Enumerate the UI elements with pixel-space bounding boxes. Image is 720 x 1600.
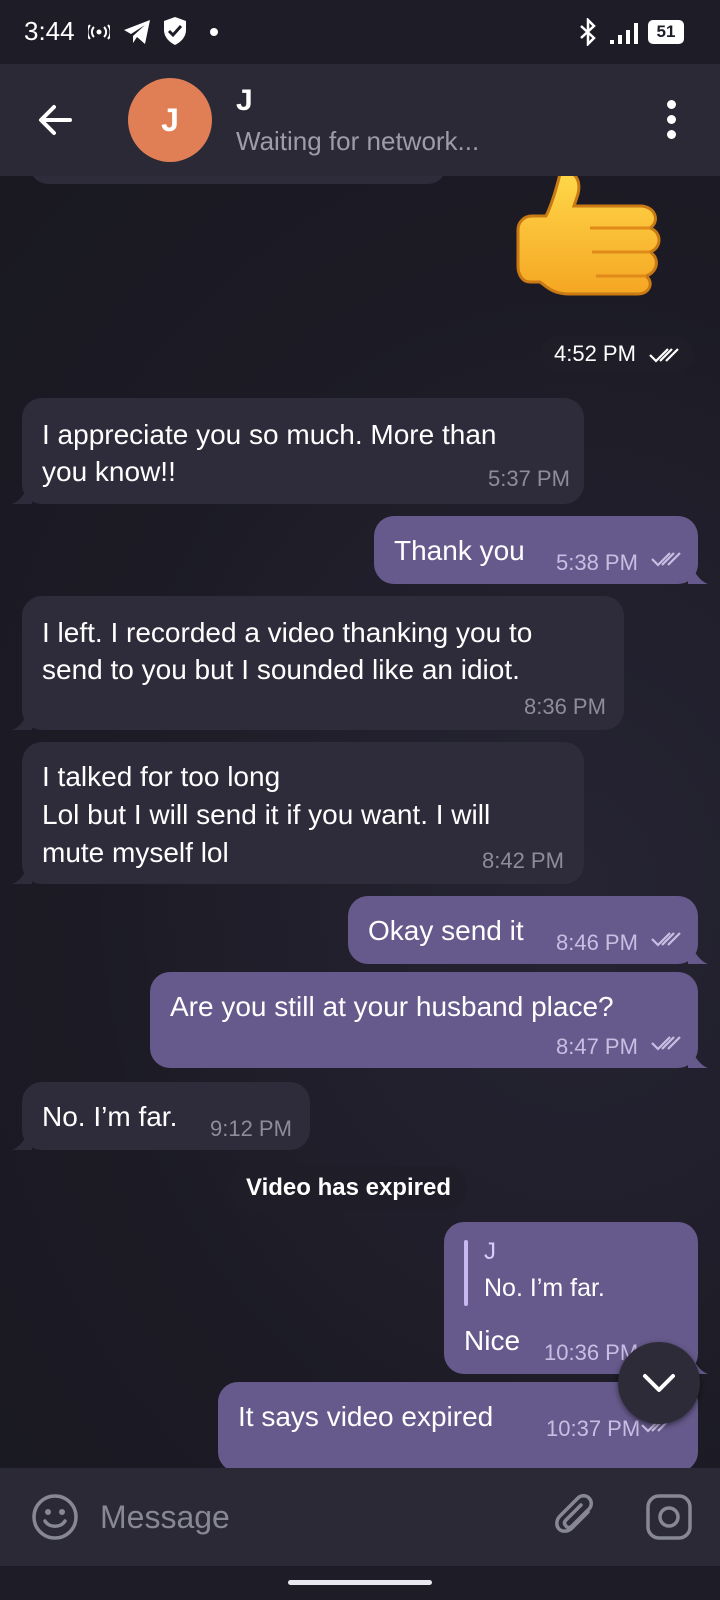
- message-time: 10:37 PM: [546, 1416, 641, 1441]
- hotspot-icon: [88, 24, 110, 40]
- contact-name[interactable]: J: [236, 84, 253, 118]
- double-check-icon: [651, 552, 681, 567]
- message-text-line: mute myself lol: [42, 837, 229, 868]
- emoji-icon[interactable]: [30, 1492, 80, 1542]
- sticker-time: 4:52 PM: [554, 341, 636, 366]
- message-text-line: Nice: [464, 1325, 521, 1356]
- paperclip-icon[interactable]: [552, 1492, 602, 1542]
- reply-quote-bar: [464, 1240, 468, 1306]
- bubble-tail: [688, 1048, 708, 1068]
- outgoing-message[interactable]: Thank you 5:38 PM: [374, 516, 708, 584]
- connection-status: Waiting for network...: [236, 126, 480, 156]
- bubble-tail: [688, 944, 708, 964]
- outgoing-message[interactable]: Are you still at your husband place? 8:4…: [150, 972, 708, 1068]
- partial-message-bubble: [30, 176, 446, 184]
- message-time: 9:12 PM: [210, 1116, 292, 1141]
- bubble-tail: [12, 1130, 32, 1150]
- bubble-tail: [12, 864, 32, 884]
- message-text-line: Are you still at your husband place?: [170, 991, 614, 1022]
- message-text-line: I appreciate you so much. More than: [42, 419, 497, 450]
- message-text-line: Lol but I will send it if you want. I wi…: [42, 799, 491, 830]
- service-message: Video has expired: [230, 1166, 467, 1210]
- message-list[interactable]: 4:52 PM I appreciate you so much. More t…: [0, 176, 720, 1468]
- battery-icon: 51: [648, 20, 684, 44]
- reply-sender-name: J: [484, 1238, 496, 1265]
- message-time: 8:36 PM: [524, 694, 606, 719]
- double-check-icon: [651, 1036, 681, 1051]
- message-time: 8:47 PM: [556, 1034, 638, 1059]
- incoming-message[interactable]: I left. I recorded a video thanking you …: [12, 596, 624, 730]
- message-text-line: I talked for too long: [42, 761, 281, 792]
- battery-level: 51: [656, 22, 676, 41]
- message-time: 8:42 PM: [482, 848, 564, 873]
- avatar[interactable]: J: [128, 78, 212, 162]
- bubble-tail: [688, 564, 708, 584]
- home-indicator[interactable]: [288, 1580, 432, 1585]
- message-composer: [0, 1468, 720, 1566]
- status-time: 3:44: [24, 16, 75, 46]
- signal-icon: [610, 23, 638, 44]
- double-check-icon: [651, 932, 681, 947]
- message-input[interactable]: [100, 1490, 520, 1544]
- chat-header: J J Waiting for network...: [0, 64, 720, 176]
- message-text-line: No. I’m far.: [42, 1101, 178, 1132]
- message-time: 5:37 PM: [488, 466, 570, 491]
- navigation-bar: [0, 1566, 720, 1600]
- more-options-icon[interactable]: [654, 94, 690, 146]
- bubble-tail: [12, 484, 32, 504]
- message-text-line: Okay send it: [368, 915, 524, 946]
- status-bar: 3:44 51: [0, 0, 720, 64]
- camera-icon[interactable]: [644, 1492, 694, 1542]
- bluetooth-icon: [580, 18, 596, 46]
- shield-icon: [164, 17, 186, 45]
- telegram-icon: [124, 20, 150, 44]
- message-text-line: send to you but I sounded like an idiot.: [42, 654, 520, 685]
- scroll-to-bottom-button[interactable]: [618, 1342, 700, 1424]
- bubble-tail: [12, 710, 32, 730]
- dot-icon: [210, 28, 218, 36]
- message-time: 8:46 PM: [556, 930, 638, 955]
- back-arrow-icon[interactable]: [30, 94, 82, 146]
- thumbs-up-sticker[interactable]: [500, 176, 680, 300]
- message-time: 5:38 PM: [556, 550, 638, 575]
- message-text-line: Thank you: [394, 535, 525, 566]
- incoming-message[interactable]: I talked for too long Lol but I will sen…: [12, 742, 584, 884]
- outgoing-message[interactable]: Okay send it 8:46 PM: [348, 896, 708, 964]
- message-text-line: It says video expired: [238, 1401, 494, 1432]
- chevron-down-icon: [643, 1374, 675, 1392]
- reply-quoted-text: No. I’m far.: [484, 1274, 605, 1302]
- double-check-icon: [649, 348, 679, 363]
- sticker-timestamp: 4:52 PM: [540, 336, 695, 372]
- incoming-message[interactable]: No. I’m far. 9:12 PM: [12, 1082, 310, 1150]
- incoming-message[interactable]: I appreciate you so much. More than you …: [12, 398, 584, 504]
- message-text-line: I left. I recorded a video thanking you …: [42, 617, 533, 648]
- message-text-line: you know!!: [42, 456, 176, 487]
